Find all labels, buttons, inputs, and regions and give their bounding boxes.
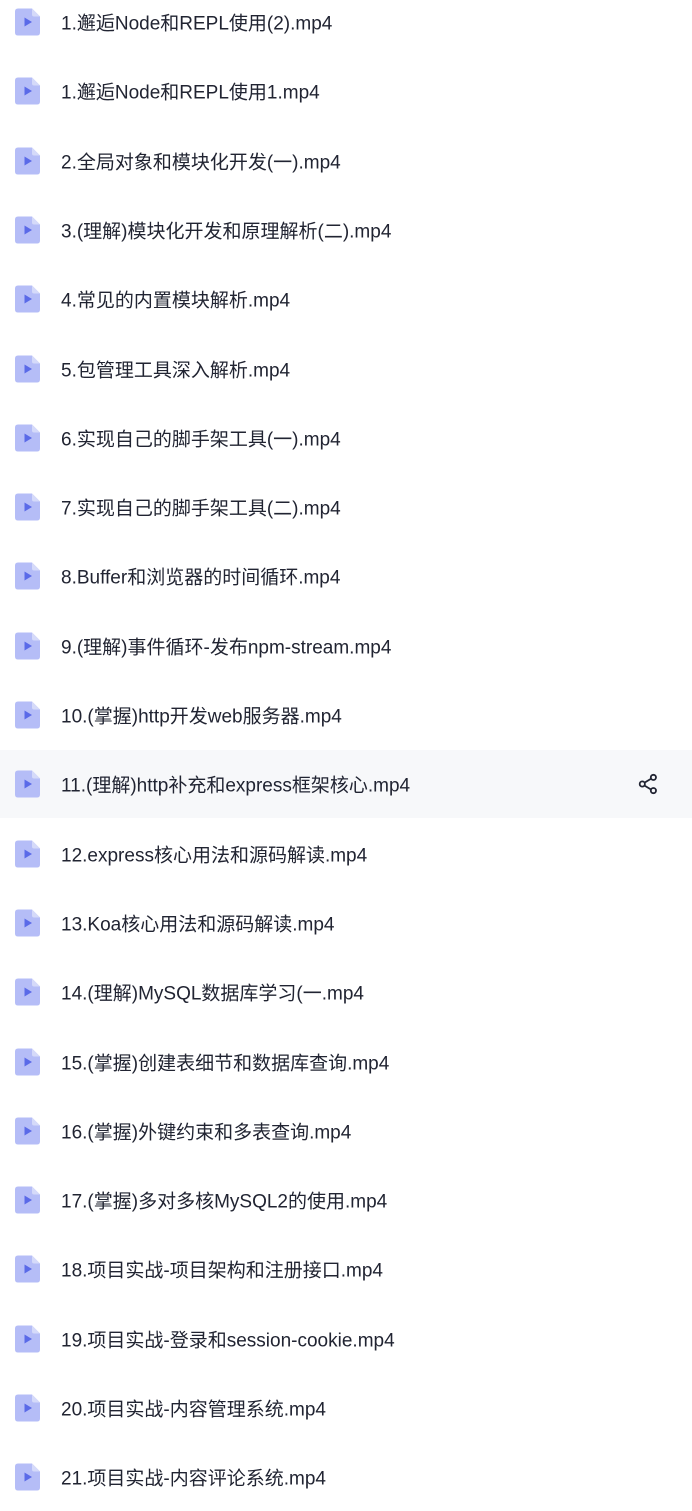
file-row[interactable]: 4.常见的内置模块解析.mp4	[0, 265, 692, 333]
file-row[interactable]: 16.(掌握)外键约束和多表查询.mp4	[0, 1097, 692, 1165]
video-file-icon	[15, 424, 40, 452]
file-name: 8.Buffer和浏览器的时间循环.mp4	[61, 567, 341, 589]
video-file-icon	[15, 840, 40, 868]
file-name: 11.(理解)http补充和express框架核心.mp4	[61, 775, 411, 797]
video-file-icon	[15, 355, 40, 382]
file-name: 16.(掌握)外键约束和多表查询.mp4	[61, 1122, 352, 1144]
file-row[interactable]: 17.(掌握)多对多核MySQL2的使用.mp4	[0, 1166, 692, 1234]
video-file-icon	[15, 1117, 40, 1145]
video-file-icon	[15, 701, 40, 729]
video-file-icon	[15, 909, 40, 937]
video-file-icon	[15, 978, 40, 1006]
file-row[interactable]: 11.(理解)http补充和express框架核心.mp4	[0, 750, 692, 819]
video-file-icon	[15, 1255, 40, 1283]
file-name: 9.(理解)事件循环-发布npm-stream.mp4	[61, 637, 392, 659]
video-file-icon	[15, 285, 40, 313]
file-row[interactable]: 18.项目实战-项目架构和注册接口.mp4	[0, 1235, 692, 1303]
file-list: 1.邂逅Node和REPL使用(2).mp4 1.邂逅Node和REPL使用1.m…	[0, 0, 692, 1510]
file-name: 3.(理解)模块化开发和原理解析(二).mp4	[61, 221, 392, 243]
video-file-icon	[15, 770, 40, 798]
video-file-icon	[15, 562, 40, 590]
file-row[interactable]: 10.(掌握)http开发web服务器.mp4	[0, 681, 692, 749]
share-icon[interactable]	[636, 772, 660, 796]
file-name: 14.(理解)MySQL数据库学习(一.mp4	[61, 983, 364, 1005]
file-row[interactable]: 12.express核心用法和源码解读.mp4	[0, 820, 692, 888]
file-name: 17.(掌握)多对多核MySQL2的使用.mp4	[61, 1191, 388, 1213]
file-row[interactable]: 1.邂逅Node和REPL使用(2).mp4	[0, 0, 692, 56]
file-name: 5.包管理工具深入解析.mp4	[61, 360, 291, 381]
file-row[interactable]: 7.实现自己的脚手架工具(二).mp4	[0, 473, 692, 541]
file-name: 10.(掌握)http开发web服务器.mp4	[61, 706, 342, 728]
file-row[interactable]: 9.(理解)事件循环-发布npm-stream.mp4	[0, 612, 692, 680]
video-file-icon	[15, 1048, 40, 1075]
file-row[interactable]: 21.项目实战-内容评论系统.mp4	[0, 1443, 692, 1511]
file-row[interactable]: 20.项目实战-内容管理系统.mp4	[0, 1374, 692, 1442]
video-file-icon	[15, 632, 40, 660]
file-row[interactable]: 19.项目实战-登录和session-cookie.mp4	[0, 1305, 692, 1373]
file-name: 20.项目实战-内容管理系统.mp4	[61, 1399, 326, 1421]
file-name: 12.express核心用法和源码解读.mp4	[61, 845, 368, 867]
file-name: 1.邂逅Node和REPL使用1.mp4	[61, 82, 320, 104]
file-name: 18.项目实战-项目架构和注册接口.mp4	[61, 1260, 383, 1282]
file-row[interactable]: 8.Buffer和浏览器的时间循环.mp4	[0, 542, 692, 610]
file-row[interactable]: 1.邂逅Node和REPL使用1.mp4	[0, 57, 692, 125]
file-name: 19.项目实战-登录和session-cookie.mp4	[61, 1330, 395, 1352]
file-row[interactable]: 13.Koa核心用法和源码解读.mp4	[0, 889, 692, 957]
video-file-icon	[15, 1463, 40, 1491]
file-name: 4.常见的内置模块解析.mp4	[61, 290, 291, 312]
file-row[interactable]: 14.(理解)MySQL数据库学习(一.mp4	[0, 958, 692, 1026]
file-row[interactable]: 2.全局对象和模块化开发(一).mp4	[0, 127, 692, 195]
video-file-icon	[15, 147, 40, 175]
file-name: 13.Koa核心用法和源码解读.mp4	[61, 914, 335, 936]
video-file-icon	[15, 1394, 40, 1422]
file-row[interactable]: 6.实现自己的脚手架工具(一).mp4	[0, 404, 692, 472]
video-file-icon	[15, 1325, 40, 1353]
video-file-icon	[15, 77, 40, 105]
file-row[interactable]: 5.包管理工具深入解析.mp4	[0, 335, 692, 403]
file-name: 6.实现自己的脚手架工具(一).mp4	[61, 429, 341, 451]
file-name: 15.(掌握)创建表细节和数据库查询.mp4	[61, 1053, 390, 1074]
file-row[interactable]: 3.(理解)模块化开发和原理解析(二).mp4	[0, 196, 692, 264]
video-file-icon	[15, 216, 40, 244]
file-name: 1.邂逅Node和REPL使用(2).mp4	[61, 13, 333, 35]
video-file-icon	[15, 493, 40, 521]
file-name: 21.项目实战-内容评论系统.mp4	[61, 1468, 326, 1490]
file-name: 2.全局对象和模块化开发(一).mp4	[61, 152, 341, 174]
file-row[interactable]: 15.(掌握)创建表细节和数据库查询.mp4	[0, 1028, 692, 1096]
video-file-icon	[15, 1186, 40, 1214]
video-file-icon	[15, 8, 40, 36]
file-name: 7.实现自己的脚手架工具(二).mp4	[61, 498, 341, 520]
